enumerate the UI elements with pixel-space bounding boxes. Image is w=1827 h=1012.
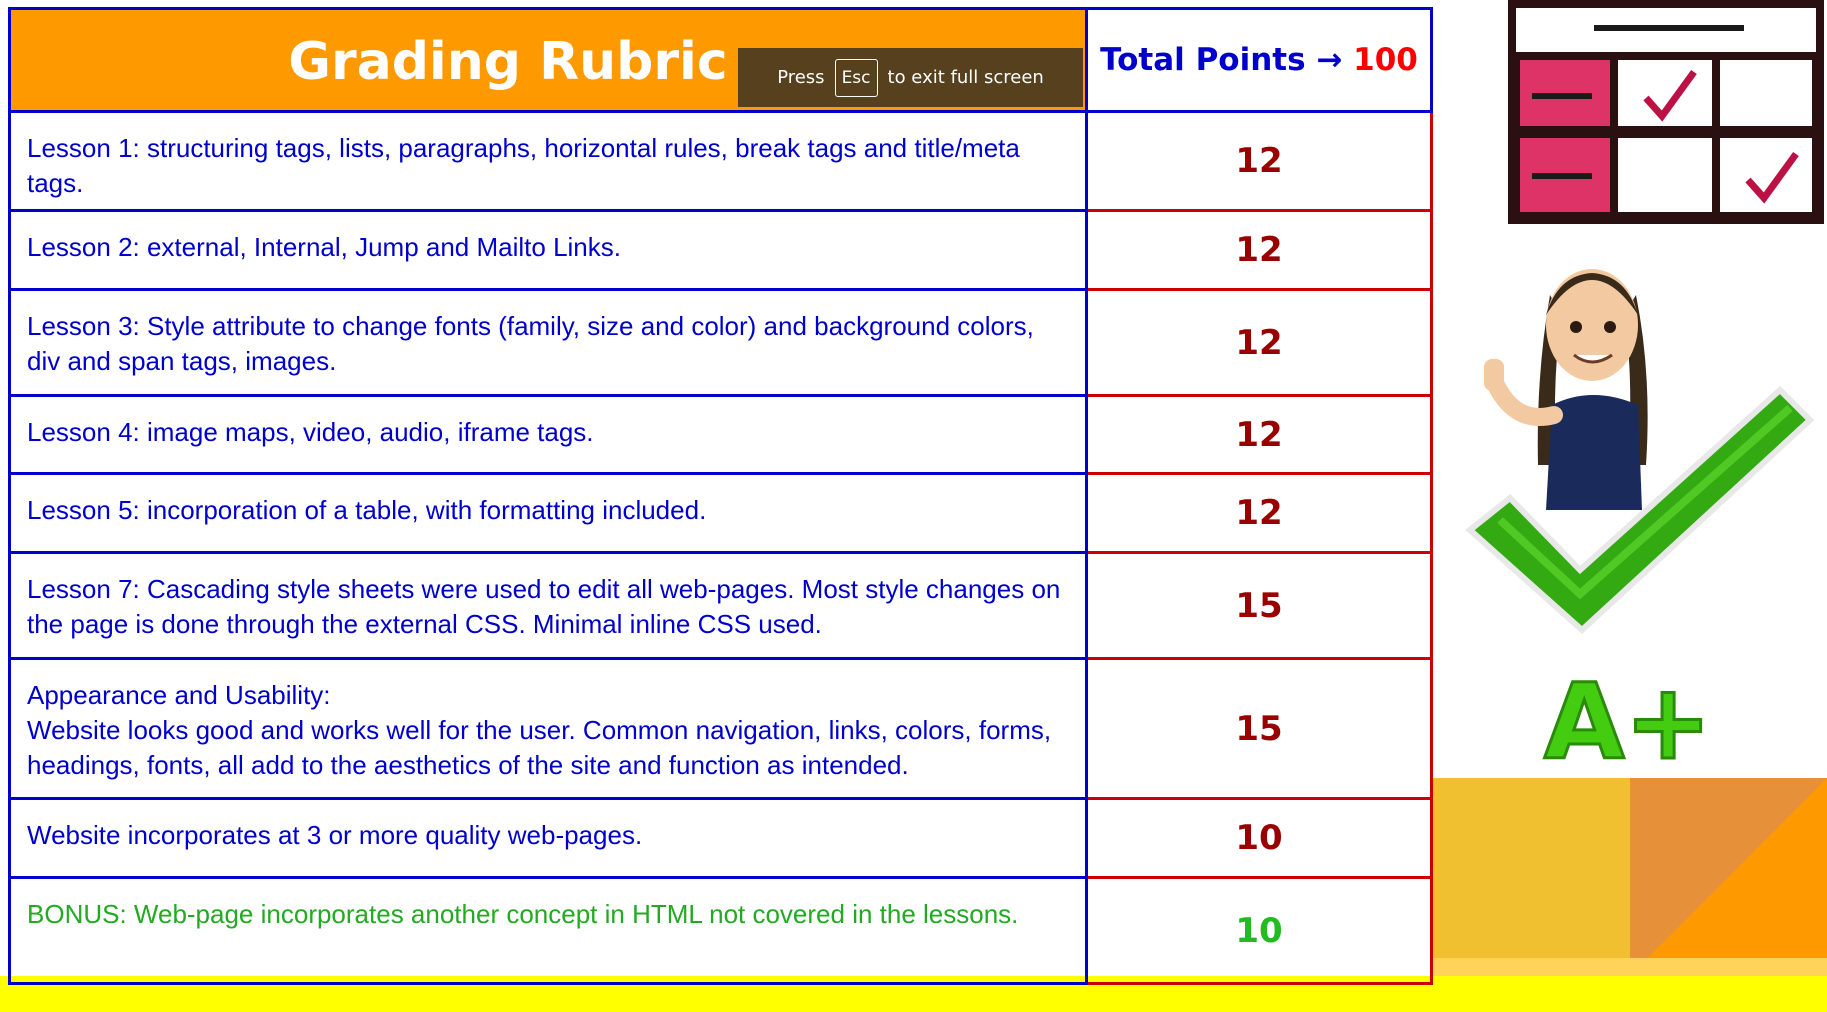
esc-key-label[interactable]: Esc xyxy=(834,58,878,97)
row-description: Lesson 3: Style attribute to change font… xyxy=(8,288,1088,397)
table-row: Website incorporates at 3 or more qualit… xyxy=(8,797,1433,879)
row-points: 12 xyxy=(1085,472,1433,554)
row-points: 12 xyxy=(1085,110,1433,212)
row-description: Lesson 5: incorporation of a table, with… xyxy=(8,472,1088,554)
green-checkmark-icon xyxy=(1465,385,1815,635)
row-description-heading: Appearance and Usability: xyxy=(27,680,331,710)
row-points: 12 xyxy=(1085,209,1433,291)
row-description: Lesson 7: Cascading style sheets were us… xyxy=(8,551,1088,660)
table-row: Lesson 2: external, Internal, Jump and M… xyxy=(8,209,1433,291)
checklist-grid-icon xyxy=(1508,0,1824,224)
rubric-header-row: Grading Rubric Total Points → 100 xyxy=(8,7,1433,113)
row-points: 10 xyxy=(1085,797,1433,879)
table-row-bonus: BONUS: Web-page incorporates another con… xyxy=(8,876,1433,985)
row-description-body: Website looks good and works well for th… xyxy=(27,715,1052,780)
fullscreen-exit-notice: Press Esc to exit full screen xyxy=(738,48,1083,107)
fullscreen-press-text: Press xyxy=(777,67,825,88)
table-row: Lesson 1: structuring tags, lists, parag… xyxy=(8,110,1433,212)
row-points: 15 xyxy=(1085,657,1433,800)
total-points-cell: Total Points → 100 xyxy=(1085,7,1433,113)
decor-block-orange xyxy=(1630,778,1827,976)
table-row: Lesson 7: Cascading style sheets were us… xyxy=(8,551,1433,660)
table-row: Lesson 4: image maps, video, audio, ifra… xyxy=(8,394,1433,475)
grade-a-plus-icon: A+ xyxy=(1543,660,1711,775)
total-points-label: Total Points xyxy=(1100,42,1306,78)
grading-rubric-table: Grading Rubric Total Points → 100 Lesson… xyxy=(8,7,1433,985)
row-description: Lesson 2: external, Internal, Jump and M… xyxy=(8,209,1088,291)
row-points: 12 xyxy=(1085,288,1433,397)
row-description: Website incorporates at 3 or more qualit… xyxy=(8,797,1088,879)
row-description: BONUS: Web-page incorporates another con… xyxy=(8,876,1088,985)
table-row: Appearance and Usability: Website looks … xyxy=(8,657,1433,800)
row-points: 15 xyxy=(1085,551,1433,660)
fullscreen-message: to exit full screen xyxy=(887,67,1044,88)
row-points: 10 xyxy=(1085,876,1433,985)
row-description: Lesson 4: image maps, video, audio, ifra… xyxy=(8,394,1088,475)
table-row: Lesson 5: incorporation of a table, with… xyxy=(8,472,1433,554)
rubric-title: Grading Rubric xyxy=(288,32,728,92)
table-row: Lesson 3: Style attribute to change font… xyxy=(8,288,1433,397)
row-description: Appearance and Usability: Website looks … xyxy=(8,657,1088,800)
total-points-value: 100 xyxy=(1353,42,1418,78)
decor-block-bottom xyxy=(1430,958,1827,976)
row-description: Lesson 1: structuring tags, lists, parag… xyxy=(8,110,1088,212)
row-points: 12 xyxy=(1085,394,1433,475)
decor-block-yellow xyxy=(1430,778,1630,976)
arrow-icon: → xyxy=(1316,42,1343,78)
grade-text: A+ xyxy=(1544,661,1710,775)
